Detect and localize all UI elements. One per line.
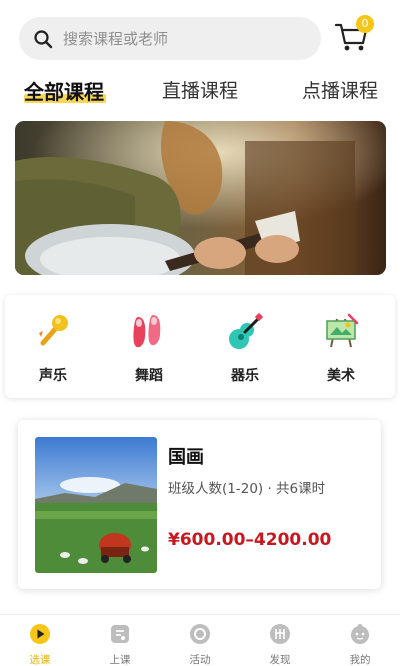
search-placeholder: 搜索课程或老师 [63, 30, 169, 48]
course-title: 国画 [168, 447, 204, 468]
guitar-icon [229, 313, 263, 349]
tab-all-courses[interactable]: 全部课程 [24, 76, 104, 105]
course-meta: 班级人数(1-20) · 共6课时 [168, 481, 326, 497]
category-art[interactable]: 美术 [306, 311, 376, 391]
course-tabs: 全部课程 直播课程 点播课程 [0, 70, 400, 114]
tab-label: 直播课程 [162, 80, 239, 102]
course-thumbnail [35, 437, 157, 573]
tab-label: 全部课程 [24, 80, 104, 104]
cart-count-badge: 0 [356, 15, 374, 33]
tab-live-courses[interactable]: 直播课程 [162, 76, 238, 103]
category-instrument[interactable]: 器乐 [210, 311, 280, 391]
music-book-icon [111, 625, 129, 643]
tabbar-select-course[interactable]: 选课 [10, 623, 70, 666]
banner-image[interactable] [15, 121, 386, 275]
tabbar-profile[interactable]: 我的 [330, 623, 390, 666]
category-dance[interactable]: 舞蹈 [114, 311, 184, 391]
tabbar-label: 上课 [109, 654, 131, 666]
search-row: 搜索课程或老师 0 [0, 0, 400, 70]
course-card[interactable]: 国画 班级人数(1-20) · 共6课时 ¥600.00–4200.00 [18, 420, 381, 589]
tab-on-demand-courses[interactable]: 点播课程 [302, 76, 378, 103]
play-circle-icon [30, 624, 50, 644]
tabbar-attend-class[interactable]: 上课 [90, 623, 150, 666]
microphone-icon [39, 315, 68, 346]
tab-label: 点播课程 [302, 80, 379, 102]
category-label: 器乐 [231, 368, 259, 384]
bottom-tab-bar: 选课 上课 活动 发现 我的 [0, 614, 400, 666]
tabbar-label: 活动 [189, 654, 211, 666]
category-label: 声乐 [39, 368, 67, 384]
course-price: ¥600.00–4200.00 [168, 530, 332, 550]
course-home-page: 搜索课程或老师 0 全部课程 直播课程 点播课程 声乐 舞蹈 器乐 美术 国画 … [0, 0, 400, 666]
tabbar-label: 选课 [29, 654, 51, 666]
discover-icon [270, 624, 290, 644]
easel-icon [326, 313, 359, 348]
category-vocal[interactable]: 声乐 [18, 311, 88, 391]
activity-icon [190, 624, 210, 644]
tabbar-activities[interactable]: 活动 [170, 623, 230, 666]
category-label: 舞蹈 [135, 368, 163, 384]
category-label: 美术 [327, 368, 355, 384]
category-card: 声乐 舞蹈 器乐 美术 [5, 295, 395, 398]
profile-icon [351, 624, 369, 644]
search-input[interactable]: 搜索课程或老师 [19, 17, 321, 60]
tabbar-label: 我的 [349, 654, 371, 666]
tabbar-label: 发现 [269, 654, 291, 666]
search-icon [34, 29, 53, 48]
tabbar-discover[interactable]: 发现 [250, 623, 310, 666]
ballet-shoes-icon [133, 315, 161, 348]
